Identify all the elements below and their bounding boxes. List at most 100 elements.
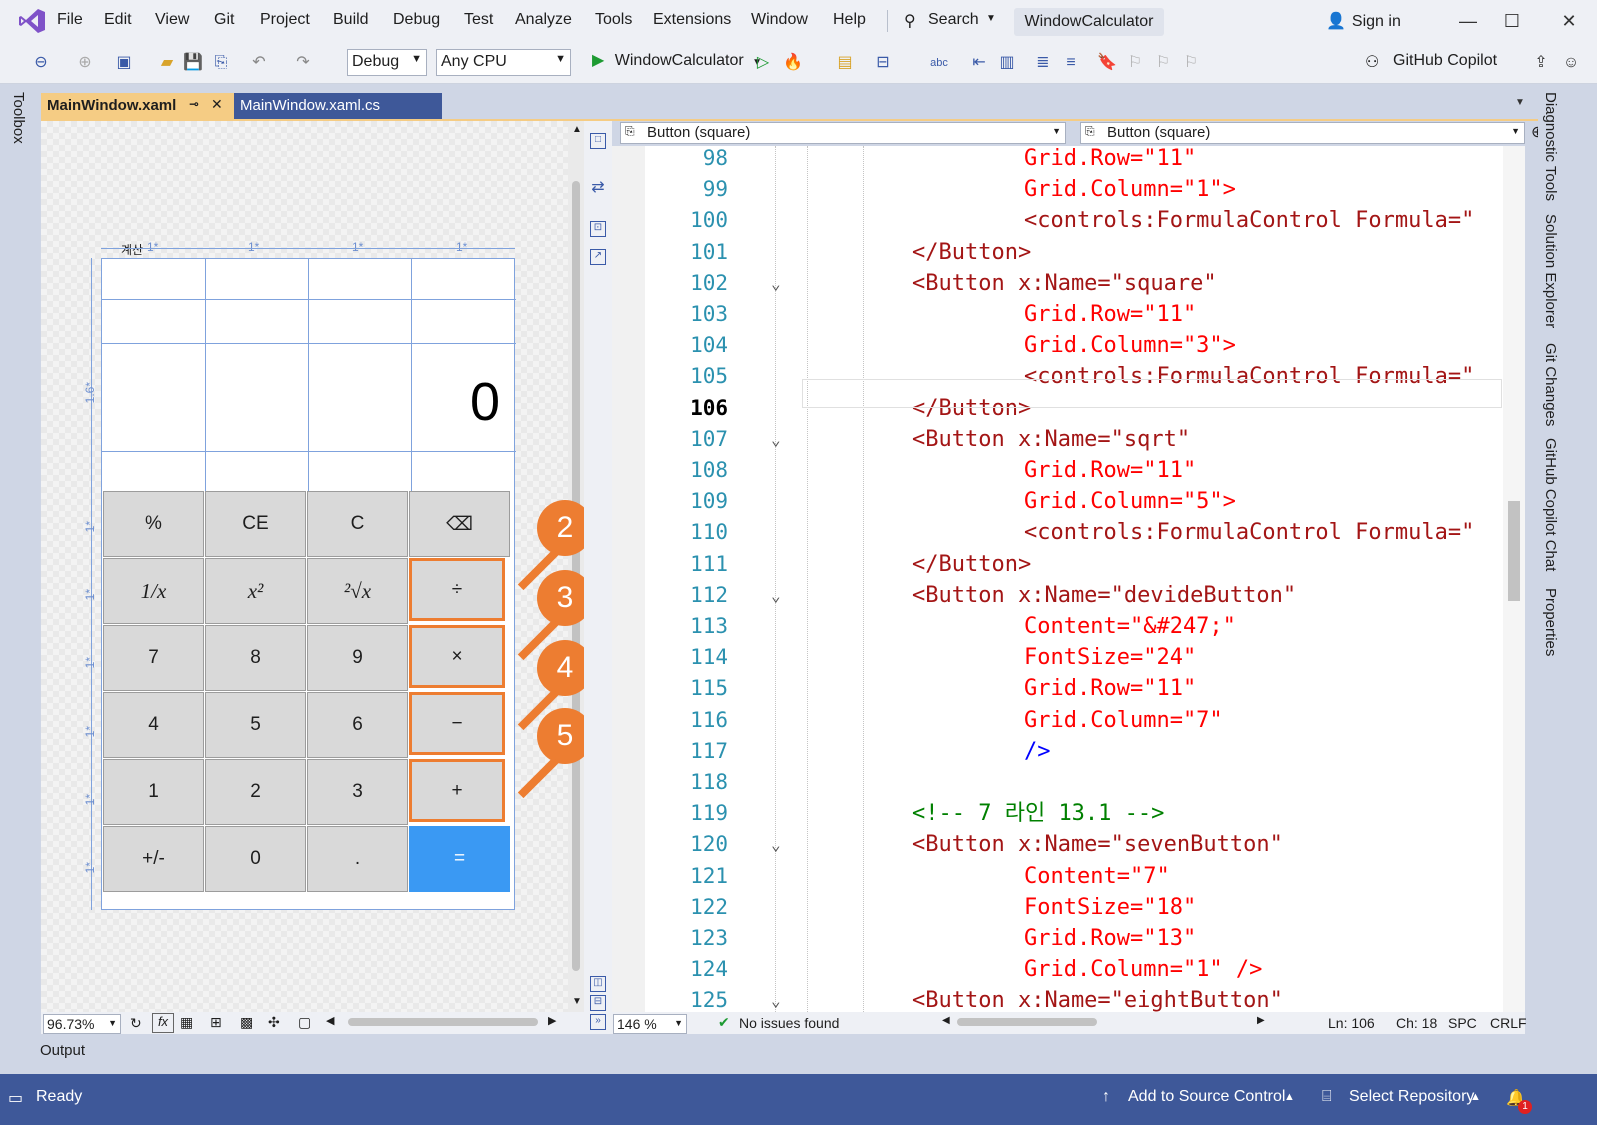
issues-status[interactable]: No issues found [739,1015,839,1031]
reciprocal-button[interactable]: 1/x [103,558,204,624]
artboard-icon[interactable]: ▩ [240,1014,253,1031]
code-line[interactable]: 115 Grid.Row="11" [612,673,1525,704]
code-line[interactable]: 110 <controls:FormulaControl Formula=" [612,517,1525,548]
code-line[interactable]: 118 [612,767,1525,798]
line-number-status[interactable]: Ln: 106 [1328,1015,1375,1031]
fold-chevron-icon[interactable]: ⌄ [771,829,781,860]
effects-toggle-icon[interactable]: fx [152,1013,174,1033]
fold-chevron-icon[interactable]: ⌄ [771,985,781,1012]
calculator-window-preview[interactable]: 0 % CE C ⌫ 1/x x² ²√x ÷ 7 8 9 × 4 5 6 − … [101,258,516,910]
row-height-marker[interactable]: 1* [83,794,97,805]
column-width-marker[interactable]: 1* [352,240,363,254]
scroll-left-icon[interactable]: ◀ [326,1014,334,1027]
scroll-left-icon[interactable]: ◀ [942,1015,950,1026]
navigate-forward-icon[interactable]: ⊕ [74,52,96,74]
row-height-marker[interactable]: 1* [83,862,97,873]
scroll-right-icon[interactable]: ▶ [548,1014,556,1027]
save-all-icon[interactable]: ⎘ [210,52,232,74]
github-copilot-chat-tab[interactable]: GitHub Copilot Chat [1542,438,1559,571]
feedback-icon[interactable]: ☺ [1560,52,1582,74]
scrollbar-thumb[interactable] [1508,501,1520,601]
maximize-button[interactable]: ☐ [1490,6,1534,36]
toolbox-tab[interactable]: Toolbox [10,92,27,144]
visual-studio-logo-icon[interactable] [18,8,46,34]
row-height-marker[interactable]: 1* [83,726,97,737]
git-changes-tab[interactable]: Git Changes [1542,343,1559,426]
type-navigation-select[interactable]: ⎘ Button (square) ▼ [620,122,1066,144]
diagnostic-tools-tab[interactable]: Diagnostic Tools [1542,92,1559,201]
code-line[interactable]: 100 <controls:FormulaControl Formula=" [612,205,1525,236]
scroll-up-icon[interactable]: ▲ [572,124,582,135]
code-line[interactable]: 111 </Button> [612,549,1525,580]
menu-edit[interactable]: Edit [104,11,132,29]
row-height-marker[interactable]: 1* [83,589,97,600]
outline-icon[interactable]: ▥ [996,52,1018,74]
snap-lines-icon[interactable]: ✣ [268,1014,280,1031]
popout-xaml-icon[interactable]: ↗ [590,249,606,265]
row-height-marker[interactable]: 1* [83,657,97,668]
menu-extensions[interactable]: Extensions [653,11,731,29]
row-height-marker[interactable]: 1* [83,521,97,532]
fold-chevron-icon[interactable]: ⌄ [771,580,781,611]
device-preview-icon[interactable]: ▢ [298,1014,311,1031]
member-navigation-select[interactable]: ⎘ Button (square) ▼ [1080,122,1525,144]
hot-reload-icon[interactable]: 🔥 [782,52,804,74]
menu-view[interactable]: View [155,11,189,29]
whitespace-status[interactable]: SPC [1448,1015,1477,1031]
editor-vertical-scrollbar[interactable] [1503,146,1525,1012]
code-line[interactable]: 120 ⌄ <Button x:Name="sevenButton" [612,829,1525,860]
code-line[interactable]: 114 FontSize="24" [612,642,1525,673]
horizontal-split-icon[interactable]: ⊟ [590,995,606,1011]
row-height-marker[interactable]: 1.6* [83,382,97,403]
zero-button[interactable]: 0 [205,826,306,892]
scroll-right-icon[interactable]: ▶ [1257,1015,1265,1026]
backspace-button[interactable]: ⌫ [409,491,510,557]
menu-file[interactable]: File [57,11,83,29]
vertical-split-icon[interactable]: ◫ [590,976,606,992]
platform-select[interactable]: Any CPU ▼ [436,49,571,76]
column-status[interactable]: Ch: 18 [1396,1015,1437,1031]
comment-icon[interactable]: ≣ [1032,52,1054,74]
code-line[interactable]: 102 ⌄ <Button x:Name="square" [612,268,1525,299]
next-bookmark-icon[interactable]: ⚐ [1152,52,1174,74]
code-line[interactable]: 113 Content="&#247;" [612,611,1525,642]
close-icon[interactable]: ✕ [211,96,223,113]
swap-panes-icon[interactable]: ⇄ [590,177,606,196]
column-width-marker[interactable]: 1* [248,240,259,254]
prev-bookmark-icon[interactable]: ⚐ [1124,52,1146,74]
five-button[interactable]: 5 [205,692,306,758]
column-width-marker[interactable]: 1* [147,240,158,254]
three-button[interactable]: 3 [307,759,408,825]
add-to-source-control-button[interactable]: Add to Source Control [1128,1088,1285,1106]
bookmark-icon[interactable]: 🔖 [1096,52,1118,74]
code-line[interactable]: 119 <!-- 7 라인 13.1 --> [612,798,1525,829]
uncomment-icon[interactable]: ≡ [1060,52,1082,74]
code-line[interactable]: 123 Grid.Row="13" [612,923,1525,954]
redo-icon[interactable]: ↷ [292,52,314,74]
new-project-icon[interactable]: ▣ [113,52,135,74]
code-line[interactable]: 103 Grid.Row="11" [612,299,1525,330]
code-line[interactable]: 117 /> [612,736,1525,767]
spell-check-icon[interactable]: abc [928,52,950,74]
editor-horizontal-scrollbar[interactable] [957,1018,1097,1026]
code-line[interactable]: 121 Content="7" [612,861,1525,892]
tab-mainwindow-xaml[interactable]: MainWindow.xaml ⊸ ✕ [41,93,234,120]
divide-button[interactable]: ÷ [409,558,505,621]
clear-entry-button[interactable]: CE [205,491,306,557]
xaml-code-editor[interactable]: 98 Grid.Row="11" 99 Grid.Column="1"> 100 <con… [612,146,1525,1012]
editor-zoom-select[interactable]: 146 % ▼ [613,1014,687,1034]
start-debugging-button[interactable]: ▶ WindowCalculator ▼ [592,50,762,70]
column-width-marker[interactable]: 1* [456,240,467,254]
menu-git[interactable]: Git [214,11,234,29]
menu-test[interactable]: Test [464,11,493,29]
menu-build[interactable]: Build [333,11,369,29]
designer-zoom-select[interactable]: 96.73% ▼ [43,1014,121,1034]
eight-button[interactable]: 8 [205,625,306,691]
switch-pane-icon[interactable]: □ [590,133,606,149]
sqrt-button[interactable]: ²√x [307,558,408,624]
fold-chevron-icon[interactable]: ⌄ [771,424,781,455]
clear-bookmarks-icon[interactable]: ⚐ [1180,52,1202,74]
refresh-icon[interactable]: ↻ [130,1015,142,1032]
grid-icon[interactable]: ▦ [180,1014,193,1031]
code-line[interactable]: 98 Grid.Row="11" [612,146,1525,174]
